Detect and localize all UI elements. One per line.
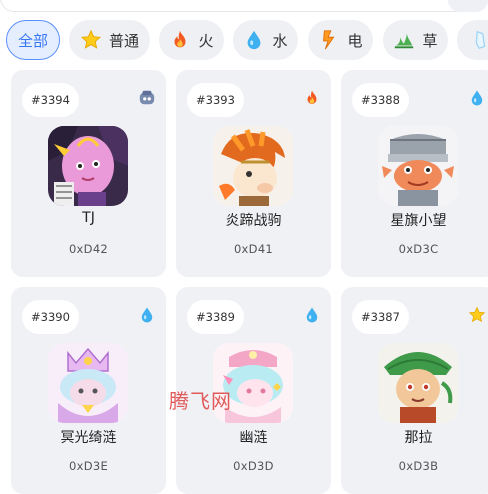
pet-code: 0xD3B: [398, 459, 439, 473]
grass-icon: [393, 29, 415, 51]
watermark-text: 腾飞网: [169, 389, 232, 413]
pet-number-badge: #3389: [187, 300, 244, 334]
ice-crystal-icon: [469, 29, 488, 51]
filter-chip-fire[interactable]: 火: [159, 20, 224, 60]
pet-card[interactable]: #3394 TJ 0xD42: [11, 70, 166, 277]
filter-chip-normal[interactable]: 普通: [69, 20, 150, 60]
pet-code: 0xD41: [233, 242, 274, 256]
type-filter-bar: 全部 普通 火 水 电 草: [0, 19, 488, 61]
pet-name: 星旗小望: [390, 213, 447, 229]
pet-card[interactable]: #3390 冥光绮涟 0xD3E: [11, 287, 166, 494]
filter-chip-label: 普通: [108, 31, 139, 50]
pet-name: 炎蹄战驹: [225, 213, 282, 229]
pet-card[interactable]: #3387 那拉 0xD3B: [341, 287, 488, 494]
pet-number-badge: #3394: [22, 83, 79, 117]
fire-icon: [303, 89, 321, 107]
pet-code: 0xD3D: [233, 459, 274, 473]
pet-portrait: [48, 343, 128, 423]
pet-name: 冥光绮涟: [60, 430, 117, 446]
search-bar[interactable]: [0, 0, 480, 12]
pet-code: 0xD3C: [398, 242, 439, 256]
pet-portrait: [378, 343, 458, 423]
filter-chip-water[interactable]: 水: [233, 20, 298, 60]
water-drop-icon: [243, 29, 265, 51]
search-bar-edge: [0, 0, 488, 14]
filter-chip-ice[interactable]: [457, 20, 488, 60]
pet-code: 0xD42: [68, 242, 109, 256]
filter-chip-grass[interactable]: 草: [383, 20, 448, 60]
pet-number-badge: #3393: [187, 83, 244, 117]
fire-icon: [169, 29, 191, 51]
pet-portrait: [213, 126, 293, 206]
star-icon: [80, 29, 102, 51]
search-button-edge[interactable]: [448, 0, 488, 12]
pet-number-badge: #3388: [352, 83, 409, 117]
water-drop-icon: [138, 306, 156, 324]
filter-chip-label: 全部: [17, 31, 48, 50]
pet-name: 幽涟: [239, 430, 268, 446]
pet-name: TJ: [82, 210, 95, 226]
pet-portrait: [378, 126, 458, 206]
filter-chip-label: 电: [347, 31, 363, 50]
filter-chip-all[interactable]: 全部: [6, 20, 60, 60]
pet-card[interactable]: #3388 星旗小望 0xD3C: [341, 70, 488, 277]
pet-name: 那拉: [404, 430, 433, 446]
water-drop-icon: [468, 89, 486, 107]
ghost-type-icon: [138, 89, 156, 107]
filter-chip-label: 草: [422, 31, 438, 50]
pet-card[interactable]: #3393 炎蹄战驹 0xD41: [176, 70, 331, 277]
water-drop-icon: [303, 306, 321, 324]
star-icon: [468, 306, 486, 324]
lightning-icon: [318, 29, 340, 51]
filter-chip-label: 火: [198, 31, 214, 50]
pet-number-badge: #3390: [22, 300, 79, 334]
pet-portrait: [48, 126, 128, 206]
pet-code: 0xD3E: [68, 459, 109, 473]
pet-number-badge: #3387: [352, 300, 409, 334]
filter-chip-label: 水: [272, 31, 288, 50]
filter-chip-electric[interactable]: 电: [308, 20, 373, 60]
